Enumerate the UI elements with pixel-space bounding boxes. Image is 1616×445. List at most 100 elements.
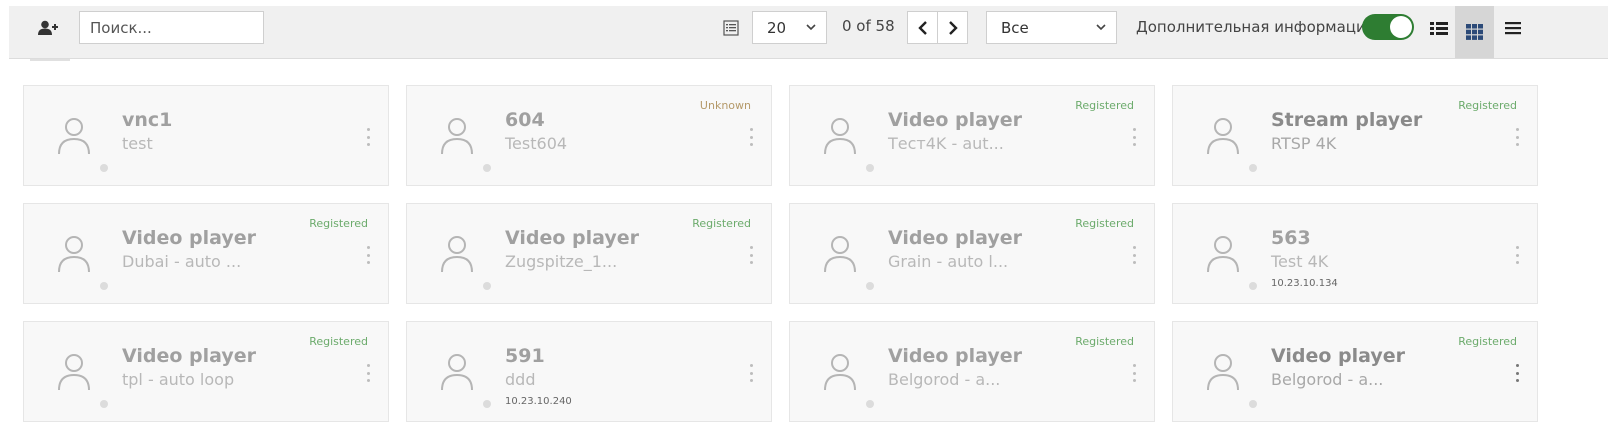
- status-dot: [1249, 164, 1257, 172]
- user-avatar-icon: [58, 236, 90, 273]
- device-title: Video player: [888, 345, 1023, 367]
- device-card[interactable]: Stream player RTSP 4K Registered: [1172, 85, 1538, 186]
- device-card[interactable]: Video player Belgorod - a... Registered: [789, 321, 1155, 422]
- device-subtitle: Dubai - auto ...: [122, 252, 242, 271]
- device-subtitle: RTSP 4K: [1271, 134, 1337, 153]
- device-card[interactable]: 563 Test 4K 10.23.10.134: [1172, 203, 1538, 304]
- device-title: Video player: [1271, 345, 1406, 367]
- per-page-value: 20: [767, 18, 787, 37]
- more-options-icon[interactable]: [1513, 364, 1521, 382]
- user-avatar-icon: [441, 236, 473, 273]
- more-options-icon[interactable]: [1513, 246, 1521, 264]
- status-dot: [866, 164, 874, 172]
- device-subtitle: Test604: [505, 134, 568, 153]
- list-icon: [723, 20, 739, 36]
- user-avatar-icon: [824, 236, 856, 273]
- per-page-select[interactable]: 20: [752, 11, 827, 44]
- status-dot: [100, 282, 108, 290]
- filter-select[interactable]: Все: [986, 11, 1117, 44]
- add-user-icon: [38, 20, 58, 35]
- more-options-icon[interactable]: [747, 364, 755, 382]
- device-title: 591: [505, 345, 545, 367]
- chevron-down-icon: [1096, 24, 1106, 31]
- more-options-icon[interactable]: [364, 364, 372, 382]
- chevron-right-icon: [948, 20, 958, 35]
- device-title: Video player: [888, 109, 1023, 131]
- page-size-icon: [720, 17, 742, 39]
- chevron-left-icon: [917, 20, 927, 35]
- search-input[interactable]: [79, 11, 264, 44]
- status-badge: Registered: [1075, 99, 1134, 112]
- status-dot: [100, 400, 108, 408]
- device-title: 563: [1271, 227, 1311, 249]
- status-badge: Registered: [1075, 217, 1134, 230]
- device-title: Video player: [888, 227, 1023, 249]
- device-card[interactable]: Video player Grain - auto l... Registere…: [789, 203, 1155, 304]
- chevron-down-icon: [806, 24, 816, 31]
- view-grid-button[interactable]: [1455, 6, 1494, 58]
- add-user-button[interactable]: [33, 14, 63, 42]
- status-badge: Registered: [1458, 335, 1517, 348]
- status-badge: Registered: [1458, 99, 1517, 112]
- device-card[interactable]: 591 ddd 10.23.10.240: [406, 321, 772, 422]
- device-card[interactable]: Video player Тест4K - aut... Registered: [789, 85, 1155, 186]
- results-counter: 0 of 58: [842, 17, 895, 35]
- filter-value: Все: [1001, 18, 1029, 37]
- pager: [907, 11, 968, 44]
- device-title: 604: [505, 109, 545, 131]
- status-badge: Registered: [1075, 335, 1134, 348]
- user-avatar-icon: [58, 118, 90, 155]
- device-card[interactable]: Video player tpl - auto loop Registered: [23, 321, 389, 422]
- additional-info-toggle[interactable]: [1362, 14, 1414, 40]
- device-card[interactable]: Video player Dubai - auto ... Registered: [23, 203, 389, 304]
- user-avatar-icon: [441, 354, 473, 391]
- device-subtitle: test: [122, 134, 153, 153]
- more-options-icon[interactable]: [1513, 128, 1521, 146]
- hamburger-icon: [1505, 22, 1521, 35]
- user-avatar-icon: [1207, 236, 1239, 273]
- status-dot: [483, 282, 491, 290]
- more-options-icon[interactable]: [1130, 128, 1138, 146]
- view-compact-button[interactable]: [1499, 14, 1527, 42]
- device-subtitle: Тест4K - aut...: [888, 134, 1004, 153]
- more-options-icon[interactable]: [364, 128, 372, 146]
- more-options-icon[interactable]: [364, 246, 372, 264]
- status-badge: Registered: [309, 217, 368, 230]
- device-subtitle: ddd: [505, 370, 536, 389]
- next-page-button[interactable]: [938, 12, 967, 43]
- status-badge: Registered: [309, 335, 368, 348]
- device-card[interactable]: Video player Belgorod - a... Registered: [1172, 321, 1538, 422]
- more-options-icon[interactable]: [747, 246, 755, 264]
- toggle-knob: [1390, 16, 1412, 38]
- status-dot: [1249, 400, 1257, 408]
- device-subtitle: Belgorod - a...: [888, 370, 1001, 389]
- status-dot: [866, 400, 874, 408]
- prev-page-button[interactable]: [908, 12, 938, 43]
- status-dot: [1249, 282, 1257, 290]
- device-ip: 10.23.10.240: [505, 396, 572, 407]
- status-dot: [483, 164, 491, 172]
- device-subtitle: tpl - auto loop: [122, 370, 235, 389]
- grid-icon: [1466, 24, 1483, 40]
- status-badge: Registered: [692, 217, 751, 230]
- device-title: vnc1: [122, 109, 173, 131]
- status-dot: [100, 164, 108, 172]
- device-title: Video player: [505, 227, 640, 249]
- user-avatar-icon: [58, 354, 90, 391]
- user-avatar-icon: [1207, 118, 1239, 155]
- device-subtitle: Grain - auto l...: [888, 252, 1009, 271]
- device-subtitle: Zugspitze_1...: [505, 252, 618, 271]
- more-options-icon[interactable]: [1130, 246, 1138, 264]
- device-subtitle: Belgorod - a...: [1271, 370, 1384, 389]
- device-card[interactable]: 604 Test604 Unknown: [406, 85, 772, 186]
- status-dot: [483, 400, 491, 408]
- view-list-button[interactable]: [1425, 14, 1453, 42]
- user-avatar-icon: [1207, 354, 1239, 391]
- device-card[interactable]: Video player Zugspitze_1... Registered: [406, 203, 772, 304]
- device-title: Video player: [122, 345, 257, 367]
- more-options-icon[interactable]: [1130, 364, 1138, 382]
- device-card[interactable]: vnc1 test: [23, 85, 389, 186]
- more-options-icon[interactable]: [747, 128, 755, 146]
- status-badge: Unknown: [699, 99, 751, 112]
- user-avatar-icon: [441, 118, 473, 155]
